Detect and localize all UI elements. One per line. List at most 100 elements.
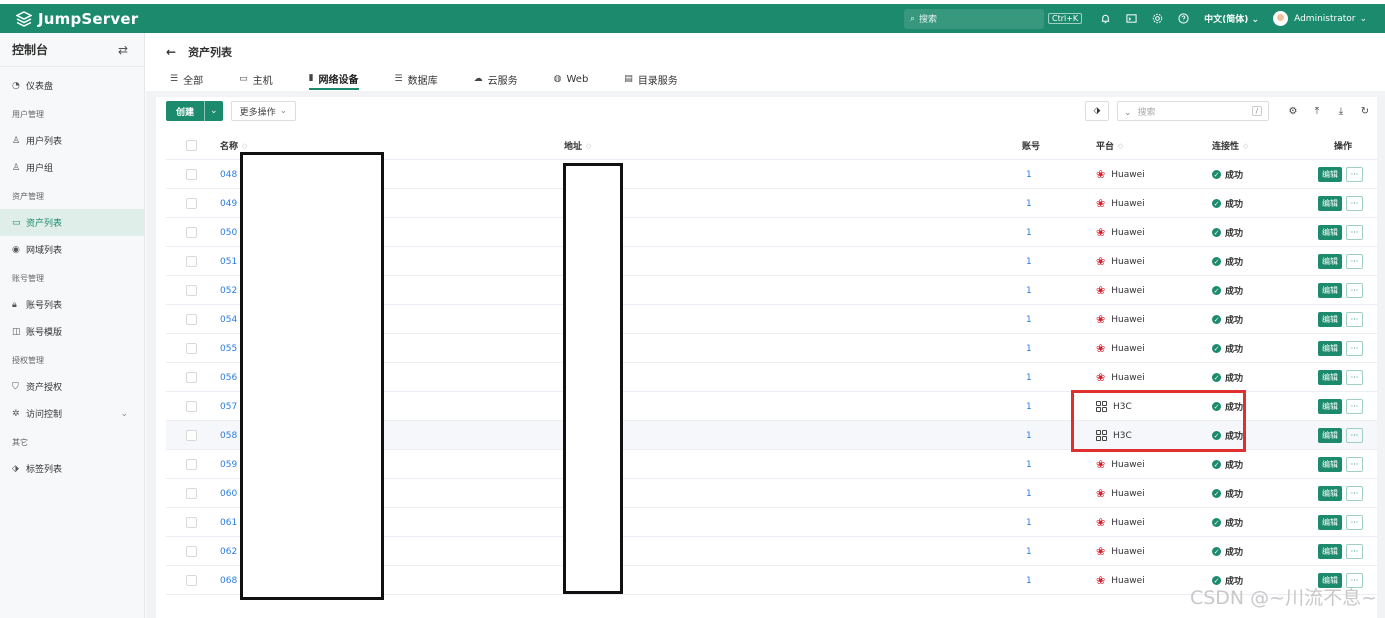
column-header-connectivity[interactable]: 连接性 ◇ — [1212, 131, 1248, 160]
bell-icon[interactable] — [1094, 4, 1116, 33]
account-count-link[interactable]: 1 — [1026, 489, 1032, 499]
create-button[interactable]: 创建 ⌄ — [166, 101, 223, 121]
account-count-link[interactable]: 1 — [1026, 286, 1032, 296]
sidebar-item-asset-perm[interactable]: ⛉ 资产授权 — [0, 373, 144, 400]
more-actions-icon[interactable]: ··· — [1346, 515, 1363, 530]
sidebar-item-asset-list[interactable]: ▭ 资产列表 — [0, 209, 144, 236]
terminal-icon[interactable] — [1120, 4, 1142, 33]
row-checkbox[interactable] — [186, 488, 197, 499]
sidebar-item-access-control[interactable]: ✲ 访问控制 ⌄ — [0, 400, 144, 427]
more-actions-icon[interactable]: ··· — [1346, 312, 1363, 327]
account-count-link[interactable]: 1 — [1026, 518, 1032, 528]
back-arrow-icon[interactable]: ← — [166, 45, 176, 59]
row-checkbox[interactable] — [186, 343, 197, 354]
tag-filter-button[interactable]: ⬗ — [1085, 101, 1109, 121]
language-selector[interactable]: 中文(简体) ⌄ — [1204, 12, 1259, 25]
tab-directory[interactable]: ▤ 目录服务 — [624, 68, 678, 90]
tab-database[interactable]: ☰ 数据库 — [395, 68, 438, 90]
row-checkbox[interactable] — [186, 256, 197, 267]
row-checkbox[interactable] — [186, 430, 197, 441]
column-header-address[interactable]: 地址 ◇ — [564, 131, 591, 160]
row-checkbox[interactable] — [186, 546, 197, 557]
account-count-link[interactable]: 1 — [1026, 344, 1032, 354]
account-count-link[interactable]: 1 — [1026, 402, 1032, 412]
edit-button[interactable]: 编辑 — [1318, 457, 1342, 472]
check-circle-icon: ✓ — [1212, 489, 1221, 498]
more-actions-icon[interactable]: ··· — [1346, 370, 1363, 385]
more-actions-icon[interactable]: ··· — [1346, 254, 1363, 269]
sidebar-item-dashboard[interactable]: ◔ 仪表盘 — [0, 72, 144, 99]
row-checkbox[interactable] — [186, 227, 197, 238]
more-actions-icon[interactable]: ··· — [1346, 225, 1363, 240]
account-count-link[interactable]: 1 — [1026, 373, 1032, 383]
account-count-link[interactable]: 1 — [1026, 257, 1032, 267]
more-actions-icon[interactable]: ··· — [1346, 428, 1363, 443]
edit-button[interactable]: 编辑 — [1318, 196, 1342, 211]
sidebar-item-account-template[interactable]: ◫ 账号模版 — [0, 318, 144, 345]
edit-button[interactable]: 编辑 — [1318, 515, 1342, 530]
column-header-platform[interactable]: 平台 ◇ — [1096, 131, 1123, 160]
row-checkbox[interactable] — [186, 198, 197, 209]
table-search-input[interactable]: ⌄ 搜索 / — [1117, 101, 1269, 121]
edit-button[interactable]: 编辑 — [1318, 341, 1342, 356]
sidebar-item-user-group[interactable]: ♙ 用户组 — [0, 154, 144, 181]
edit-button[interactable]: 编辑 — [1318, 544, 1342, 559]
account-count-link[interactable]: 1 — [1026, 228, 1032, 238]
sidebar-item-zone-list[interactable]: ◉ 网域列表 — [0, 236, 144, 263]
tab-web[interactable]: ◍ Web — [554, 68, 589, 90]
global-search-input[interactable]: ⌕ 搜索 — [903, 8, 1044, 29]
edit-button[interactable]: 编辑 — [1318, 428, 1342, 443]
edit-button[interactable]: 编辑 — [1318, 486, 1342, 501]
more-actions-icon[interactable]: ··· — [1346, 196, 1363, 211]
row-checkbox[interactable] — [186, 169, 197, 180]
select-all-checkbox[interactable] — [186, 140, 197, 151]
row-checkbox[interactable] — [186, 372, 197, 383]
account-count-link[interactable]: 1 — [1026, 547, 1032, 557]
more-actions-button[interactable]: 更多操作 ⌄ — [230, 101, 297, 121]
row-checkbox[interactable] — [186, 459, 197, 470]
more-actions-icon[interactable]: ··· — [1346, 457, 1363, 472]
sidebar-item-user-list[interactable]: ♙ 用户列表 — [0, 127, 144, 154]
more-actions-icon[interactable]: ··· — [1346, 167, 1363, 182]
row-checkbox[interactable] — [186, 285, 197, 296]
account-count-link[interactable]: 1 — [1026, 576, 1032, 586]
more-actions-icon[interactable]: ··· — [1346, 399, 1363, 414]
edit-button[interactable]: 编辑 — [1318, 167, 1342, 182]
download-icon[interactable]: ⤓ — [1329, 106, 1353, 117]
upload-icon[interactable]: ⤒ — [1305, 106, 1329, 117]
check-circle-icon: ✓ — [1212, 518, 1221, 527]
row-checkbox[interactable] — [186, 575, 197, 586]
edit-button[interactable]: 编辑 — [1318, 254, 1342, 269]
edit-button[interactable]: 编辑 — [1318, 225, 1342, 240]
user-menu[interactable]: Administrator ⌄ — [1273, 11, 1385, 26]
account-count-link[interactable]: 1 — [1026, 460, 1032, 470]
row-checkbox[interactable] — [186, 314, 197, 325]
row-checkbox[interactable] — [186, 517, 197, 528]
row-checkbox[interactable] — [186, 401, 197, 412]
brand-logo[interactable]: JumpServer — [0, 10, 138, 28]
gear-icon[interactable]: ⚙ — [1281, 106, 1305, 117]
tab-host[interactable]: ▭ 主机 — [239, 68, 273, 90]
account-count-link[interactable]: 1 — [1026, 170, 1032, 180]
account-count-link[interactable]: 1 — [1026, 315, 1032, 325]
edit-button[interactable]: 编辑 — [1318, 312, 1342, 327]
help-icon[interactable] — [1172, 4, 1194, 33]
more-actions-icon[interactable]: ··· — [1346, 544, 1363, 559]
switch-icon[interactable]: ⇄ — [118, 43, 128, 57]
sidebar-item-label-list[interactable]: ⬗ 标签列表 — [0, 455, 144, 482]
refresh-icon[interactable]: ↻ — [1353, 106, 1377, 117]
more-actions-icon[interactable]: ··· — [1346, 486, 1363, 501]
more-actions-icon[interactable]: ··· — [1346, 283, 1363, 298]
tab-cloud[interactable]: ☁ 云服务 — [474, 68, 518, 90]
sidebar-item-account-list[interactable]: 🔒︎ 账号列表 — [0, 291, 144, 318]
tab-network-device[interactable]: ▮ 网络设备 — [308, 68, 359, 90]
account-count-link[interactable]: 1 — [1026, 199, 1032, 209]
tab-all[interactable]: ☰ 全部 — [170, 68, 203, 90]
edit-button[interactable]: 编辑 — [1318, 370, 1342, 385]
chevron-down-icon[interactable]: ⌄ — [205, 101, 223, 121]
account-count-link[interactable]: 1 — [1026, 431, 1032, 441]
more-actions-icon[interactable]: ··· — [1346, 341, 1363, 356]
edit-button[interactable]: 编辑 — [1318, 399, 1342, 414]
gear-icon[interactable] — [1146, 4, 1168, 33]
edit-button[interactable]: 编辑 — [1318, 283, 1342, 298]
